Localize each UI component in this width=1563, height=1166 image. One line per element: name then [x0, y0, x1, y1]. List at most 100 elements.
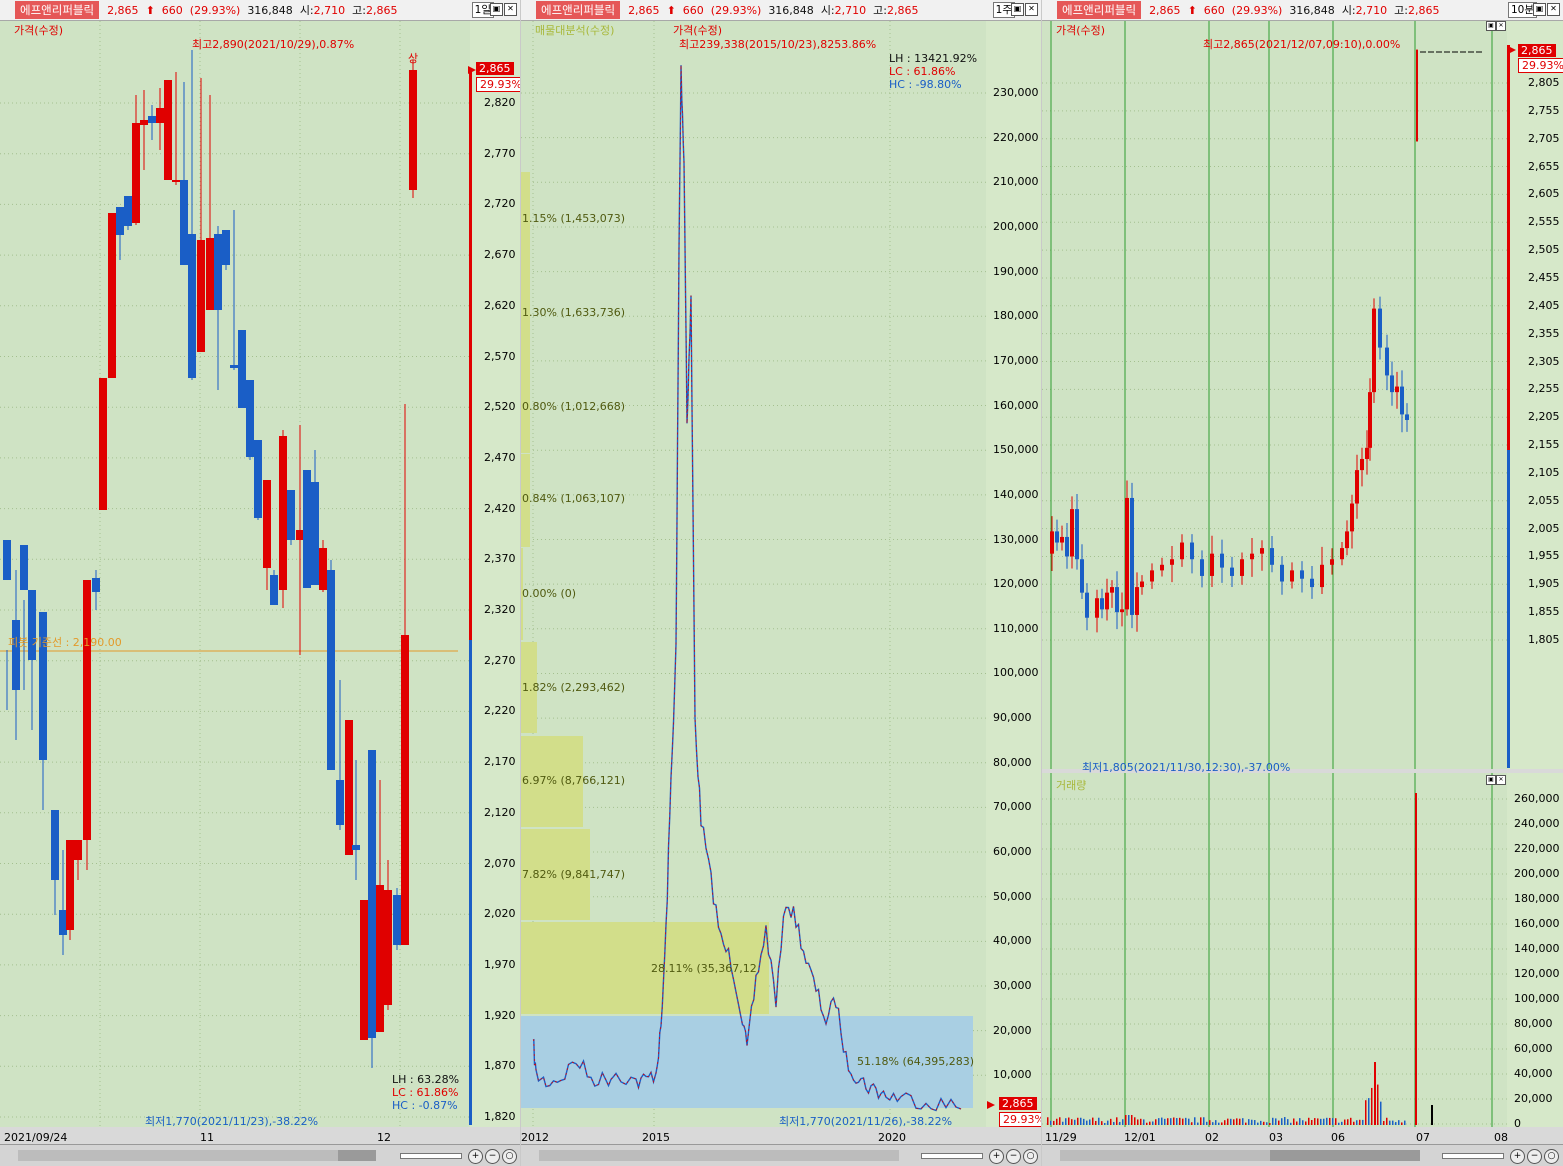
zoom-in-icon[interactable]: + [1510, 1149, 1525, 1164]
zoom-slider[interactable] [400, 1153, 462, 1159]
scroll-toolbar: + − ○ [521, 1144, 1041, 1166]
volume-bar [1266, 1122, 1268, 1125]
volume-bar [1308, 1117, 1310, 1125]
candle-body [1405, 414, 1409, 420]
y-tick-label: 2,620 [484, 298, 516, 312]
y-tick-label: 200,000 [993, 219, 1039, 233]
candle-body [92, 578, 100, 592]
volume-bar [1197, 1122, 1199, 1125]
y-tick-label: 160,000 [993, 398, 1039, 412]
y-tick-label: 120,000 [993, 577, 1039, 591]
low-annotation: 최저1,805(2021/11/30,12:30),-37.00% [1082, 761, 1291, 774]
candle-body [124, 196, 132, 226]
pane-maximize-icon[interactable]: ▣ [1486, 775, 1496, 785]
volume-bar [1113, 1121, 1115, 1125]
volume-bar [1314, 1118, 1316, 1125]
scrollbar-thumb[interactable] [1270, 1150, 1420, 1161]
zoom-reset-icon[interactable]: ○ [1544, 1149, 1559, 1164]
zoom-slider[interactable] [1442, 1153, 1504, 1159]
pane-close-icon[interactable]: ✕ [1496, 21, 1506, 31]
y-tick-label: 220,000 [993, 130, 1039, 144]
volume-bar [1392, 1120, 1394, 1125]
candle-body [1080, 559, 1084, 593]
volume-bar [1368, 1098, 1370, 1125]
volume-bar-today [1415, 793, 1417, 1125]
zoom-out-icon[interactable]: − [1006, 1149, 1021, 1164]
candle-body [1055, 531, 1059, 543]
volume-bar [1077, 1117, 1079, 1125]
volume-bar [1116, 1117, 1118, 1125]
volume-bar [1341, 1121, 1343, 1125]
zoom-reset-icon[interactable]: ○ [502, 1149, 517, 1164]
high-annotation: 최고2,890(2021/10/29),0.87% [192, 38, 355, 51]
y-tick-label: 190,000 [993, 264, 1039, 278]
scrollbar-track[interactable] [18, 1150, 338, 1161]
volume-bar [1218, 1122, 1220, 1125]
candle-body [1095, 598, 1099, 618]
y-tick-label: 2,005 [1528, 521, 1560, 535]
volume-bar [1095, 1120, 1097, 1125]
zoom-out-icon[interactable]: − [1527, 1149, 1542, 1164]
candle-body [1340, 548, 1344, 560]
pane-close-icon[interactable]: ✕ [1496, 775, 1506, 785]
price-pointer-icon [1508, 46, 1516, 54]
volume-tick-label: 260,000 [1514, 792, 1560, 805]
candle-body [238, 330, 246, 408]
lh-stat: LH : 63.28% [392, 1073, 460, 1086]
scrollbar-track[interactable] [539, 1150, 899, 1161]
volume-bar [1206, 1121, 1208, 1125]
volume-bar [1131, 1115, 1133, 1125]
candle-body [1125, 497, 1129, 610]
x-tick-label: 02 [1205, 1131, 1219, 1144]
candle-body [172, 180, 180, 182]
y-tick-label: 2,070 [484, 856, 516, 870]
upper-limit-mark: 상 [408, 52, 419, 65]
candle-body [263, 480, 271, 568]
candle-body [1060, 536, 1064, 543]
y-tick-label: 2,820 [484, 96, 516, 109]
candle-body [409, 70, 417, 190]
zoom-out-icon[interactable]: − [485, 1149, 500, 1164]
volume-bar [1053, 1120, 1055, 1125]
current-pct-tag: 29.93% [999, 1112, 1041, 1127]
volume-bar [1203, 1117, 1205, 1125]
pane-maximize-icon[interactable]: ▣ [1486, 21, 1496, 31]
y-tick-label: 230,000 [993, 86, 1039, 99]
volume-bar [1092, 1117, 1094, 1125]
candle-body [345, 720, 353, 855]
volume-bar [1227, 1118, 1229, 1125]
volume-bar [1161, 1117, 1163, 1125]
volume-bar [1215, 1120, 1217, 1125]
zoom-in-icon[interactable]: + [468, 1149, 483, 1164]
candle-body [1400, 386, 1404, 415]
volume-bar [1326, 1117, 1328, 1125]
scrollbar-track[interactable] [1060, 1150, 1270, 1161]
x-tick-label: 11 [200, 1131, 214, 1144]
y-tick-label: 2,455 [1528, 270, 1560, 284]
candle-body [1385, 347, 1389, 376]
volume-bar [1263, 1121, 1265, 1125]
volume-bar [1152, 1121, 1154, 1125]
y-tick-label: 2,770 [484, 146, 516, 160]
candle-body [188, 234, 196, 378]
scrollbar-thumb[interactable] [338, 1150, 376, 1161]
y-tick-label: 90,000 [993, 711, 1032, 725]
candle-body [319, 548, 327, 590]
zoom-reset-icon[interactable]: ○ [1023, 1149, 1038, 1164]
volume-tick-label: 180,000 [1514, 892, 1560, 905]
zoom-slider[interactable] [921, 1153, 983, 1159]
candle-body [311, 482, 319, 585]
candle-body [1250, 553, 1254, 560]
candle-body [148, 116, 156, 123]
volume-label: 거래량 [1056, 779, 1087, 792]
profile-bar-label: 7.82% (9,841,747) [522, 868, 626, 881]
y-tick-label: 2,220 [484, 704, 516, 718]
volume-bar [1287, 1119, 1289, 1125]
y-tick-label: 2,370 [484, 552, 516, 566]
zoom-in-icon[interactable]: + [989, 1149, 1004, 1164]
volume-bar [1431, 1105, 1433, 1125]
volume-bar [1362, 1119, 1364, 1125]
y-tick-label: 1,905 [1528, 577, 1560, 591]
volume-bar [1299, 1118, 1301, 1125]
y-tick-label: 1,955 [1528, 549, 1560, 563]
